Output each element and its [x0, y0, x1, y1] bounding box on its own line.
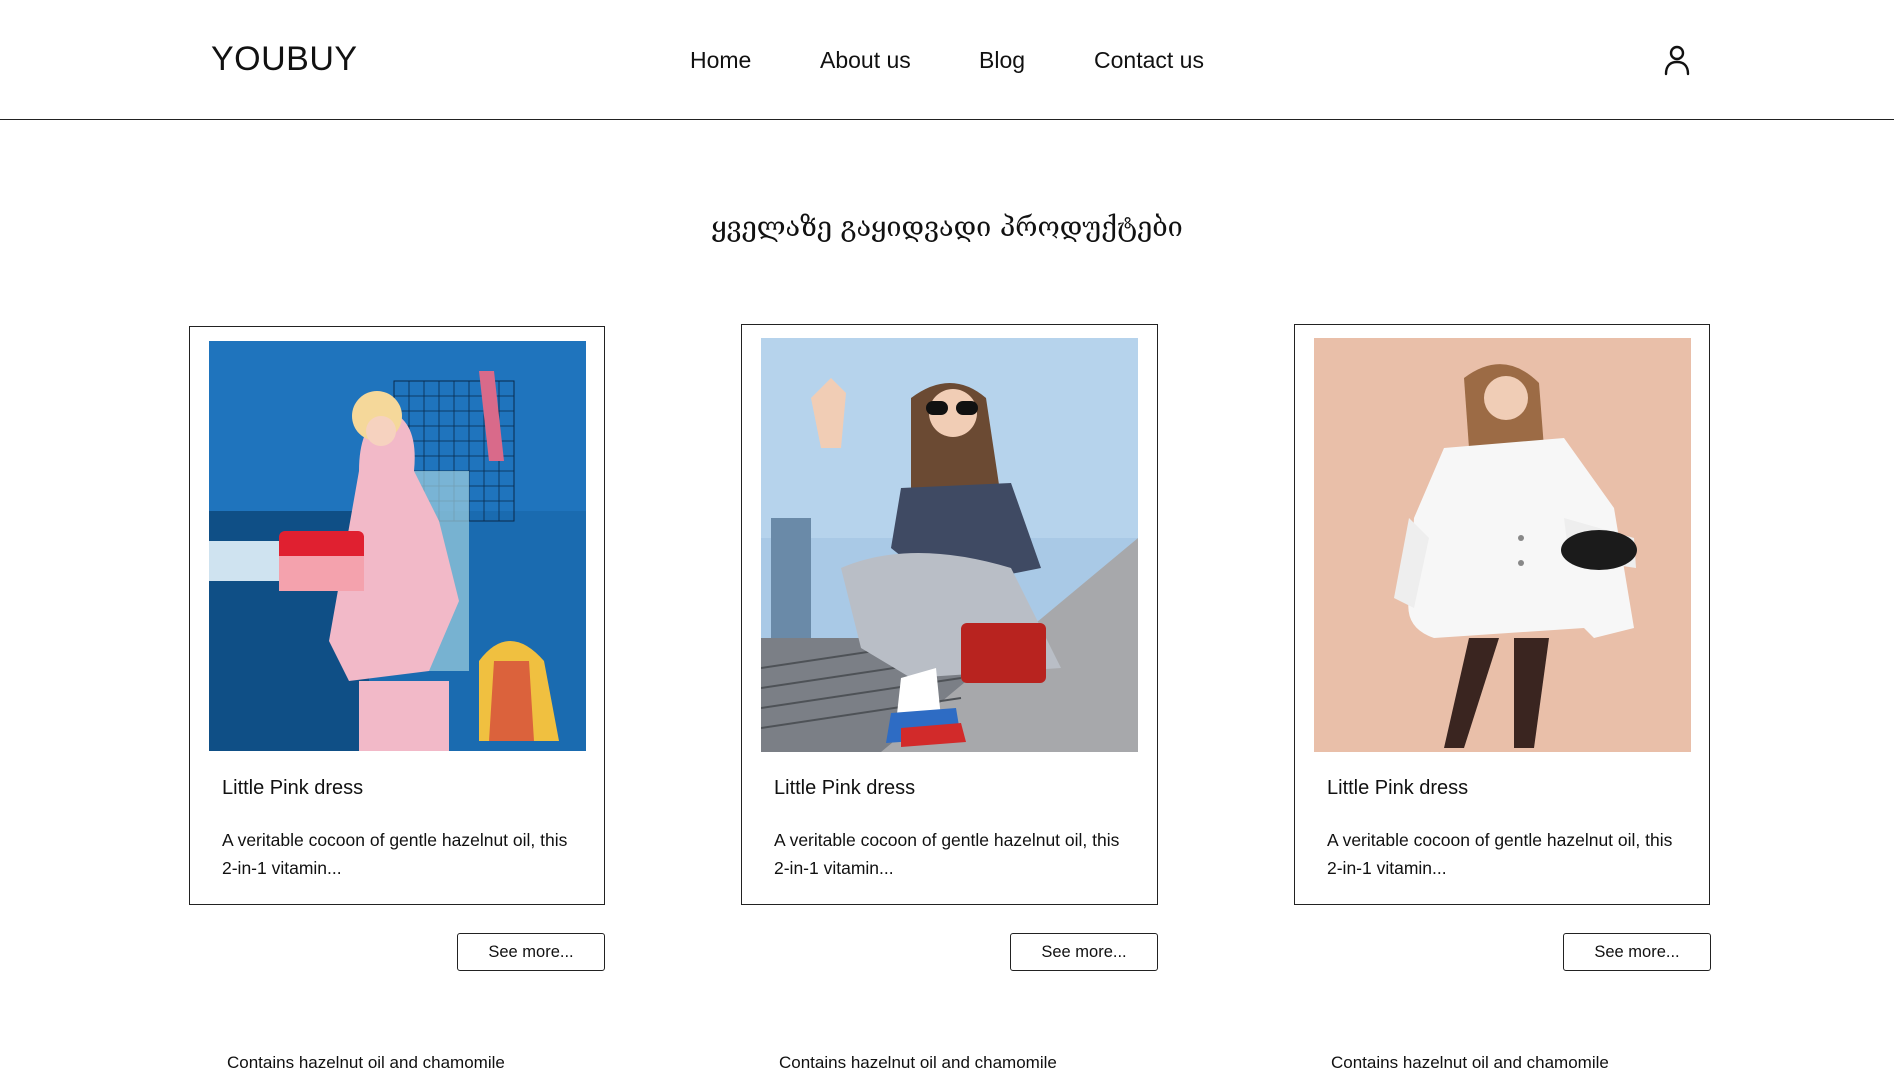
nav-about-us[interactable]: About us	[820, 47, 911, 74]
product-photo[interactable]	[209, 341, 586, 751]
logo[interactable]: YOUBUY	[211, 40, 358, 79]
product-card: Little Pink dress A veritable cocoon of …	[1294, 324, 1710, 905]
site-header: YOUBUY Home About us Blog Contact us	[0, 0, 1894, 120]
product-note: Contains hazelnut oil and chamomile	[227, 1053, 505, 1072]
product-card: Little Pink dress A veritable cocoon of …	[189, 326, 605, 905]
see-more-button[interactable]: See more...	[1010, 933, 1158, 971]
product-photo[interactable]	[761, 338, 1138, 752]
product-card: Little Pink dress A veritable cocoon of …	[741, 324, 1158, 905]
nav-contact-us[interactable]: Contact us	[1094, 47, 1204, 74]
product-description: A veritable cocoon of gentle hazelnut oi…	[222, 830, 568, 878]
see-more-button[interactable]: See more...	[1563, 933, 1711, 971]
product-description: A veritable cocoon of gentle hazelnut oi…	[774, 830, 1120, 878]
product-note: Contains hazelnut oil and chamomile	[779, 1053, 1057, 1072]
nav-blog[interactable]: Blog	[979, 47, 1025, 74]
product-photo[interactable]	[1314, 338, 1691, 752]
product-description: A veritable cocoon of gentle hazelnut oi…	[1327, 830, 1673, 878]
nav-home[interactable]: Home	[690, 47, 751, 74]
see-more-button[interactable]: See more...	[457, 933, 605, 971]
product-title: Little Pink dress	[774, 777, 916, 799]
product-note: Contains hazelnut oil and chamomile	[1331, 1053, 1609, 1072]
product-title: Little Pink dress	[1327, 777, 1469, 799]
section-title: ყველაზე გაყიდვადი პროდუქტები	[711, 212, 1183, 243]
user-icon[interactable]	[1663, 44, 1691, 76]
product-title: Little Pink dress	[222, 777, 364, 799]
